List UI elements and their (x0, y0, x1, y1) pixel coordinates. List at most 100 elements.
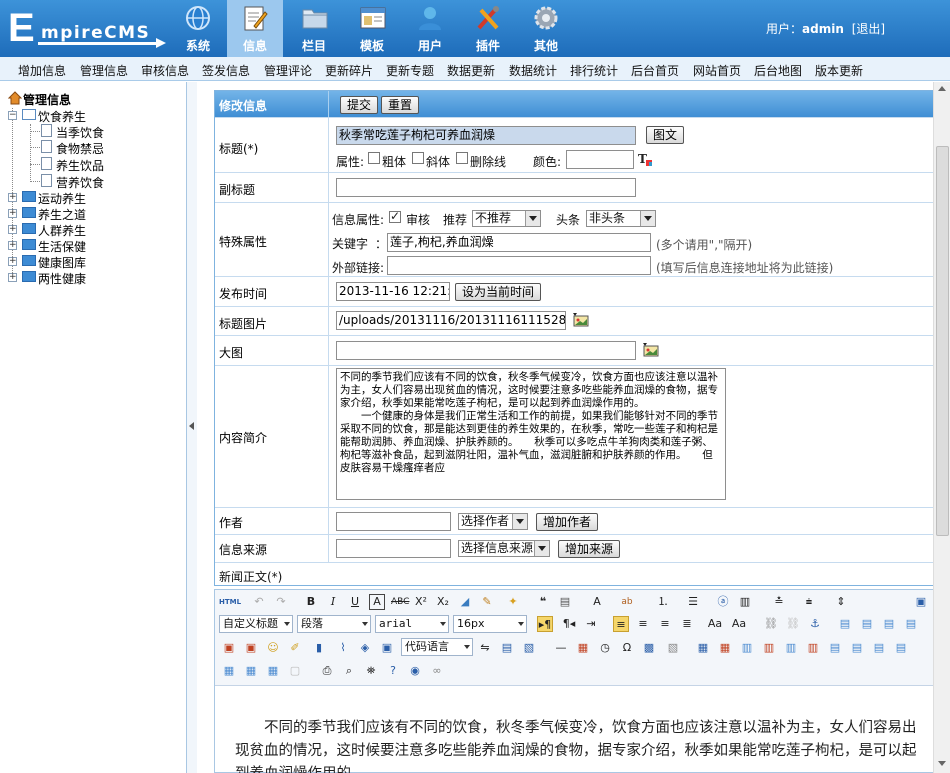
custom-heading-select[interactable]: 自定义标题 (219, 615, 293, 633)
color-input[interactable] (566, 150, 634, 169)
sidebar-collapse-handle[interactable] (187, 82, 197, 773)
menu-update-topics[interactable]: 更新专题 (386, 62, 434, 79)
menu-audit-info[interactable]: 审核信息 (141, 62, 189, 79)
multi-image-icon[interactable]: ▣ (243, 640, 259, 656)
unordered-list-icon[interactable]: ☰ (685, 594, 701, 610)
menu-manage-comments[interactable]: 管理评论 (264, 62, 312, 79)
font-color-icon[interactable]: A (589, 594, 605, 610)
recommend-select[interactable]: 不推荐 (472, 210, 541, 227)
merge-down-icon[interactable]: ▤ (871, 640, 887, 656)
attachment-icon[interactable]: ⌇ (335, 640, 351, 656)
font-border-icon[interactable]: A (369, 594, 385, 610)
empirecms-logo[interactable]: E mpireCMS (8, 6, 166, 50)
highlight-icon[interactable]: ab (619, 594, 635, 610)
search-replace-icon[interactable]: ▩ (641, 640, 657, 656)
chain-icon[interactable]: ∞ (429, 663, 445, 679)
line-height-icon[interactable]: ≛ (771, 594, 787, 610)
subtitle-input[interactable] (336, 178, 636, 197)
undo-icon[interactable]: ↶ (251, 594, 267, 610)
title-pic-button[interactable]: 图文 (646, 126, 685, 144)
paste-icon[interactable]: ▤ (557, 594, 573, 610)
source-select[interactable]: 选择信息来源 (458, 540, 550, 557)
html-source-button[interactable]: HTML (219, 594, 241, 610)
row-spacing-icon[interactable]: ⇕ (833, 594, 849, 610)
horizontal-rule-icon[interactable]: — (553, 640, 569, 656)
color-picker-icon[interactable]: T (638, 152, 652, 166)
word-image-icon[interactable]: ▧ (665, 640, 681, 656)
expand-toggle[interactable]: + (8, 241, 17, 250)
editor-content-area[interactable]: 不同的季节我们应该有不同的饮食，秋冬季气候变冷，饮食方面也应该注意以温补为主，女… (215, 687, 933, 773)
letter-case-upper-icon[interactable]: Aa (707, 616, 723, 632)
align-justify-icon[interactable]: ≣ (679, 616, 695, 632)
large-image-input[interactable] (336, 341, 636, 360)
date-icon[interactable]: ▦ (575, 640, 591, 656)
code-language-select[interactable]: 代码语言 (401, 638, 473, 656)
frame-icon[interactable]: ▣ (379, 640, 395, 656)
nav-system[interactable]: 系统 (170, 0, 226, 57)
author-select[interactable]: 选择作者 (458, 513, 528, 530)
scrawl-icon[interactable]: ✐ (287, 640, 303, 656)
align-left-icon[interactable]: ≡ (613, 616, 629, 632)
cell-props-icon[interactable]: ▢ (287, 663, 303, 679)
expand-toggle[interactable]: + (8, 257, 17, 266)
indent-ltr-icon[interactable]: ▸¶ (537, 616, 553, 632)
time-icon[interactable]: ◷ (597, 640, 613, 656)
page-scrollbar[interactable] (933, 82, 950, 773)
split-cells-icon[interactable]: ▤ (893, 640, 909, 656)
menu-update-fragments[interactable]: 更新碎片 (325, 62, 373, 79)
page-break-icon[interactable]: ⇋ (477, 640, 493, 656)
subscript-icon[interactable]: X₂ (435, 594, 451, 610)
table-props-icon[interactable]: ▦ (265, 663, 281, 679)
redo-icon[interactable]: ↷ (273, 594, 289, 610)
image-right-icon[interactable]: ▤ (859, 616, 875, 632)
fullscreen-icon[interactable]: ▣ (913, 594, 929, 610)
case-icon[interactable]: ⓐ (715, 594, 731, 610)
strikethrough-icon[interactable]: ABC (391, 594, 409, 610)
insert-row-icon[interactable]: ▥ (739, 640, 755, 656)
headline-select[interactable]: 非头条 (586, 210, 656, 227)
insert-table-icon[interactable]: ▦ (695, 640, 711, 656)
split-rows-icon[interactable]: ▦ (221, 663, 237, 679)
find-icon[interactable]: ⛯ (363, 663, 379, 679)
image-left-icon[interactable]: ▤ (837, 616, 853, 632)
italic-icon[interactable]: I (325, 594, 341, 610)
bold-icon[interactable]: B (303, 594, 319, 610)
magic-icon[interactable]: ✦ (505, 594, 521, 610)
underline-icon[interactable]: U (347, 594, 363, 610)
reset-button[interactable]: 重置 (381, 96, 420, 114)
unlink-icon[interactable]: ⛓ (785, 616, 801, 632)
merge-cells-icon[interactable]: ▤ (827, 640, 843, 656)
audit-checkbox[interactable] (389, 209, 401, 223)
image-none-icon[interactable]: ▤ (903, 616, 919, 632)
menu-sign-info[interactable]: 签发信息 (202, 62, 250, 79)
menu-rank-stats[interactable]: 排行统计 (570, 62, 618, 79)
format-clear-icon[interactable]: ◢ (457, 594, 473, 610)
strikethrough-checkbox[interactable] (456, 152, 468, 164)
set-current-time-button[interactable]: 设为当前时间 (455, 283, 542, 301)
submit-button[interactable]: 提交 (340, 96, 379, 114)
indent-rtl-icon[interactable]: ¶◂ (561, 616, 577, 632)
scroll-down-icon[interactable] (938, 761, 946, 766)
scroll-up-icon[interactable] (938, 86, 946, 91)
font-family-select[interactable]: arial (375, 615, 449, 633)
video-icon[interactable]: ▮ (311, 640, 327, 656)
add-author-button[interactable]: 增加作者 (536, 513, 599, 531)
align-center-icon[interactable]: ≡ (635, 616, 651, 632)
delete-table-icon[interactable]: ▦ (717, 640, 733, 656)
expand-toggle[interactable]: + (8, 193, 17, 202)
menu-admin-map[interactable]: 后台地图 (754, 62, 802, 79)
collapse-toggle[interactable]: − (8, 111, 17, 120)
menu-site-home[interactable]: 网站首页 (693, 62, 741, 79)
italic-checkbox[interactable] (412, 152, 424, 164)
preview-icon[interactable]: ⌕ (341, 663, 357, 679)
help-icon[interactable]: ? (385, 663, 401, 679)
select-image-icon[interactable] (643, 343, 659, 357)
scroll-thumb[interactable] (936, 146, 949, 536)
expand-toggle[interactable]: + (8, 273, 17, 282)
align-right-icon[interactable]: ≡ (657, 616, 673, 632)
image-insert-icon[interactable]: ▣ (221, 640, 237, 656)
indent-icon[interactable]: ⇥ (583, 616, 599, 632)
split-cols-icon[interactable]: ▦ (243, 663, 259, 679)
emoji-icon[interactable]: ☺ (265, 640, 281, 656)
blockquote-icon[interactable]: ❝ (535, 594, 551, 610)
